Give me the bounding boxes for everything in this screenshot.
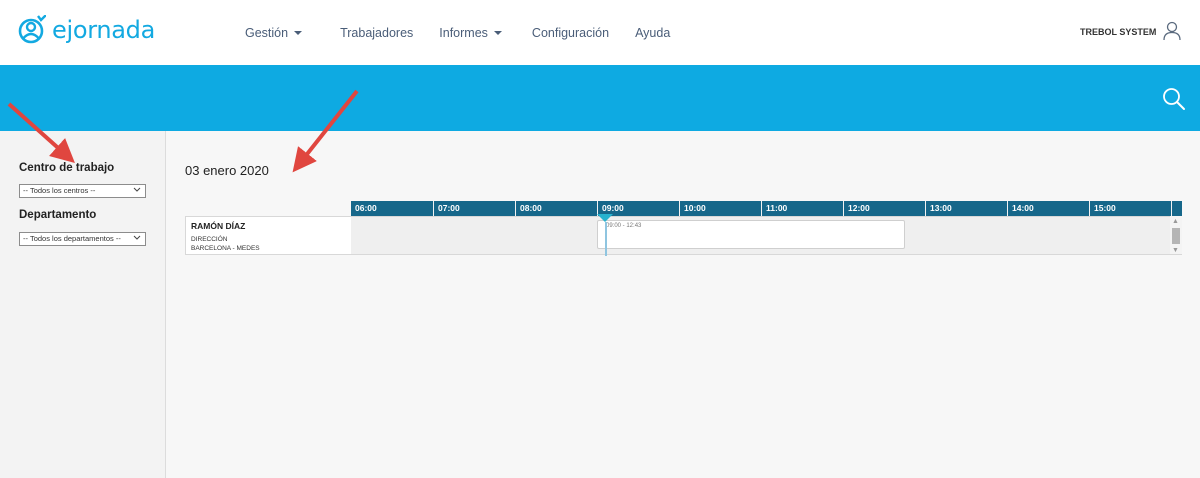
user-icon[interactable] [1163, 21, 1181, 46]
nav-item-label: Gestión [245, 25, 289, 40]
nav-item-label: Informes [439, 25, 488, 40]
logo-icon [18, 15, 46, 44]
timeline-grid: 06:00 07:00 08:00 09:00 10:00 11:00 12:0… [185, 201, 1182, 255]
header-band [0, 65, 1200, 131]
hours-header-tail [1171, 201, 1182, 216]
nav-item-gestion[interactable]: Gestión [232, 26, 315, 40]
caret-down-icon [294, 31, 303, 35]
vertical-scrollbar[interactable]: ▲ ▼ [1170, 216, 1182, 255]
scrollbar-thumb[interactable] [1172, 228, 1180, 244]
hour-label: 13:00 [925, 201, 1007, 216]
hours-header: 06:00 07:00 08:00 09:00 10:00 11:00 12:0… [351, 201, 1182, 216]
current-time-marker-icon [597, 214, 613, 222]
employee-name: RAMÓN DÍAZ [191, 221, 246, 231]
work-center-select[interactable]: -- Todos los centros -- [19, 184, 146, 198]
hour-label: 10:00 [679, 201, 761, 216]
chevron-down-icon [133, 187, 141, 192]
search-icon[interactable] [1162, 87, 1186, 116]
filter-sidebar: Centro de trabajo -- Todos los centros -… [0, 131, 166, 478]
shift-time-label: 09:00 - 12:43 [606, 223, 642, 229]
employee-center: BARCELONA - MEDES [191, 245, 260, 252]
shift-block[interactable]: 09:00 - 12:43 [597, 220, 905, 249]
top-navbar: ejornada Gestión Trabajadores Informes C… [0, 0, 1200, 65]
scroll-up-icon[interactable]: ▲ [1172, 218, 1179, 225]
hour-label: 14:00 [1007, 201, 1089, 216]
nav-item-informes[interactable]: Informes [426, 26, 515, 40]
scroll-down-icon[interactable]: ▼ [1172, 247, 1179, 254]
hour-label: 12:00 [843, 201, 925, 216]
nav-item-ayuda[interactable]: Ayuda [622, 26, 683, 40]
nav-item-label: Ayuda [635, 25, 671, 40]
company-name: TREBOL SYSTEM [1080, 27, 1157, 37]
department-label: Departamento [19, 209, 97, 221]
nav-item-trabajadores[interactable]: Trabajadores [327, 26, 426, 40]
brand-logo[interactable]: ejornada [18, 15, 155, 45]
work-center-value: -- Todos los centros -- [23, 186, 96, 195]
current-time-line [605, 222, 607, 256]
nav-item-configuracion[interactable]: Configuración [519, 26, 622, 40]
chevron-down-icon [133, 235, 141, 240]
main-nav: Gestión Trabajadores Informes Configurac… [232, 0, 683, 65]
work-center-label: Centro de trabajo [19, 162, 115, 174]
page-date-title: 03 enero 2020 [185, 163, 269, 178]
employee-department: DIRECCIÓN [191, 236, 228, 243]
hour-label: 08:00 [515, 201, 597, 216]
brand-name: ejornada [52, 16, 156, 44]
caret-down-icon [493, 31, 502, 35]
employee-cell[interactable]: RAMÓN DÍAZ DIRECCIÓN BARCELONA - MEDES [185, 216, 351, 255]
department-value: -- Todos los departamentos -- [23, 234, 121, 243]
hour-label: 15:00 [1089, 201, 1171, 216]
nav-item-label: Configuración [531, 25, 610, 40]
department-select[interactable]: -- Todos los departamentos -- [19, 232, 146, 246]
hour-label: 06:00 [355, 203, 377, 213]
employee-timeline-track: 09:00 - 12:43 [351, 216, 1170, 255]
nav-item-label: Trabajadores [340, 25, 414, 40]
hour-label: 11:00 [761, 201, 843, 216]
hour-label: 07:00 [433, 201, 515, 216]
